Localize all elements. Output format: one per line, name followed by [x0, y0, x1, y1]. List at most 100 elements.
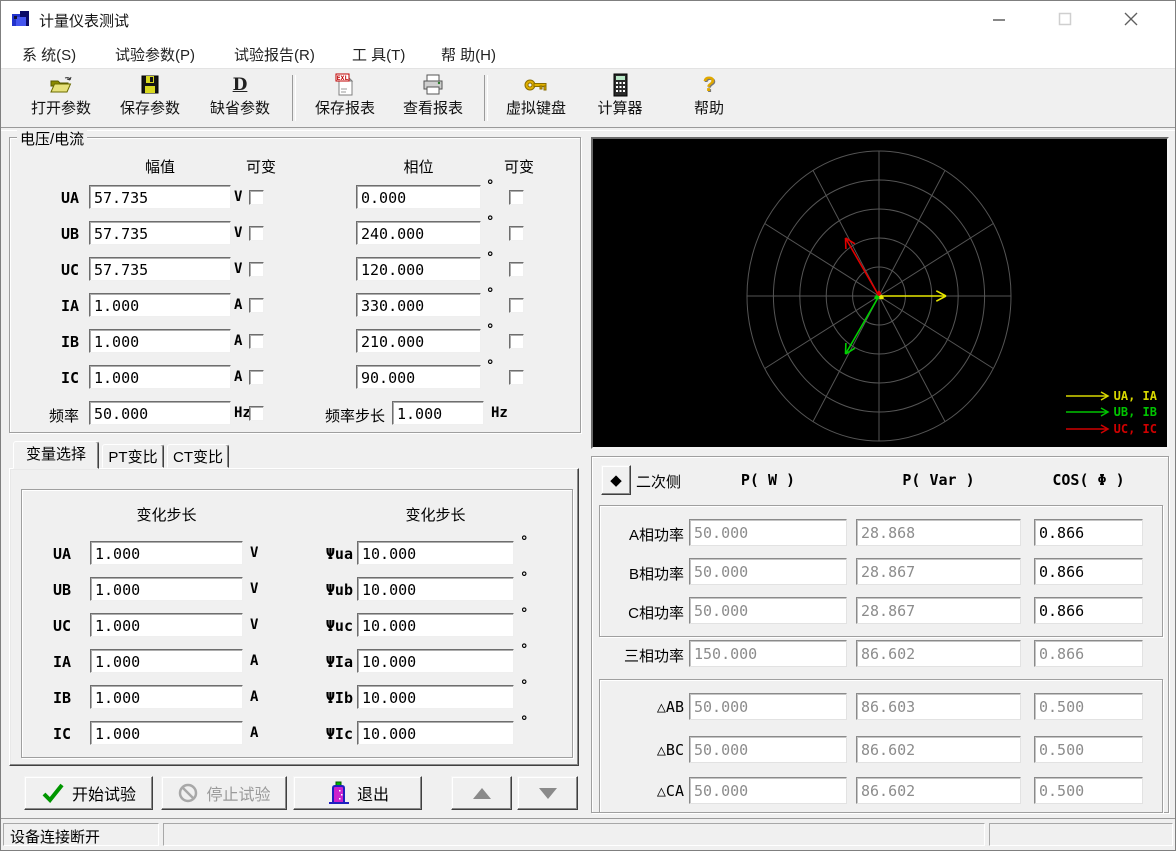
freq-step-input[interactable]: [392, 401, 484, 425]
psi-uc-step-input[interactable]: [357, 613, 514, 637]
ia-phase-variable-checkbox[interactable]: [509, 298, 524, 313]
psi-ia-step-input[interactable]: [357, 649, 514, 673]
virtual-keyboard-button[interactable]: 虚拟键盘: [496, 71, 576, 125]
ua-unit: V: [234, 189, 242, 205]
frequency-variable-checkbox[interactable]: [249, 406, 264, 421]
open-params-button[interactable]: 打开参数: [21, 71, 101, 125]
ia-amplitude-variable-checkbox[interactable]: [249, 298, 264, 313]
ib-step-input[interactable]: [90, 685, 243, 709]
exit-button[interactable]: 退出: [293, 776, 422, 810]
ua-phase-variable-checkbox[interactable]: [509, 190, 524, 205]
psi-label-ub: Ψub: [301, 581, 353, 599]
ub-phase-variable-checkbox[interactable]: [509, 226, 524, 241]
ia-amplitude-input[interactable]: [89, 293, 231, 317]
ub-amplitude-input[interactable]: [89, 221, 231, 245]
menu-test-params[interactable]: 试验参数(P): [111, 42, 199, 67]
uc-step-unit: V: [250, 617, 258, 633]
menu-test-report[interactable]: 试验报告(R): [230, 42, 319, 67]
ic-amplitude-variable-checkbox[interactable]: [249, 370, 264, 385]
psi-ub-step-input[interactable]: [357, 577, 514, 601]
group-title: 电压/电流: [17, 128, 87, 149]
psi-uc-degree: °: [520, 606, 528, 622]
phase-a-cos-field: 0.866: [1034, 519, 1143, 546]
cos-phi-header: COS( Φ ): [1034, 471, 1143, 489]
legend-arrow-icon: [1064, 423, 1114, 435]
psi-ua-step-input[interactable]: [357, 541, 514, 565]
ua-amplitude-variable-checkbox[interactable]: [249, 190, 264, 205]
open-folder-icon: [48, 71, 74, 99]
phase-c-p-field: 50.000: [689, 597, 847, 624]
maximize-icon: [1058, 12, 1072, 26]
legend-arrow-icon: [1064, 390, 1114, 402]
ua-step-input[interactable]: [90, 541, 243, 565]
uc-phase-input[interactable]: [356, 257, 481, 281]
menu-system[interactable]: 系 统(S): [18, 42, 80, 67]
row-label-ic: IC: [29, 369, 79, 387]
menu-help[interactable]: 帮 助(H): [437, 42, 500, 67]
tab-ct-ratio[interactable]: CT变比: [167, 444, 229, 468]
uc-step-input[interactable]: [90, 613, 243, 637]
view-report-button[interactable]: 查看报表: [393, 71, 473, 125]
status-bar: 设备连接断开: [1, 821, 1175, 849]
help-button[interactable]: ? 帮助: [669, 71, 749, 125]
calculator-button[interactable]: 计算器: [585, 71, 655, 125]
scroll-up-button[interactable]: [451, 776, 512, 810]
ic-phase-variable-checkbox[interactable]: [509, 370, 524, 385]
legend-item-ub-ib: UB, IB: [1064, 405, 1157, 419]
ia-step-input[interactable]: [90, 649, 243, 673]
ub-step-input[interactable]: [90, 577, 243, 601]
ic-unit: A: [234, 369, 242, 385]
ua-phase-input[interactable]: [356, 185, 481, 209]
three-phase-q-field: 86.602: [856, 640, 1021, 667]
print-icon: [421, 71, 445, 99]
save-report-button[interactable]: EXL 保存报表: [305, 71, 385, 125]
ib-amplitude-variable-checkbox[interactable]: [249, 334, 264, 349]
psi-ic-degree: °: [520, 714, 528, 730]
phase-header: 相位: [356, 156, 481, 177]
close-button[interactable]: [1107, 1, 1155, 37]
ib-unit: A: [234, 333, 242, 349]
title-bar: 计量仪表测试: [1, 1, 1175, 38]
ib-phase-variable-checkbox[interactable]: [509, 334, 524, 349]
variable-header-2: 可变: [497, 156, 541, 177]
uc-phase-variable-checkbox[interactable]: [509, 262, 524, 277]
maximize-button[interactable]: [1041, 1, 1089, 37]
ic-step-input[interactable]: [90, 721, 243, 745]
diamond-icon: ◆: [610, 471, 622, 489]
uc-amplitude-variable-checkbox[interactable]: [249, 262, 264, 277]
tab-pt-ratio[interactable]: PT变比: [102, 444, 164, 468]
start-test-button[interactable]: 开始试验: [24, 776, 153, 810]
tab-variable-select[interactable]: 变量选择: [13, 441, 99, 469]
psi-ib-step-input[interactable]: [357, 685, 514, 709]
default-params-button[interactable]: D 缺省参数: [200, 71, 280, 125]
uc-amplitude-input[interactable]: [89, 257, 231, 281]
delta-ca-q-field: 86.602: [856, 777, 1021, 804]
down-arrow-icon: [539, 788, 557, 799]
frequency-input[interactable]: [89, 401, 231, 425]
psi-label-ia: ΨIa: [301, 653, 353, 671]
delta-ca-label: △CA: [624, 782, 684, 800]
toolbar: 打开参数 保存参数 D 缺省参数: [1, 69, 1175, 127]
ib-amplitude-input[interactable]: [89, 329, 231, 353]
scroll-down-button[interactable]: [517, 776, 578, 810]
ic-phase-input[interactable]: [356, 365, 481, 389]
p-w-header: P( W ): [689, 471, 847, 489]
delta-bc-q-field: 86.602: [856, 736, 1021, 763]
phase-a-q-field: 28.868: [856, 519, 1021, 546]
ua-amplitude-input[interactable]: [89, 185, 231, 209]
ib-phase-input[interactable]: [356, 329, 481, 353]
save-params-button[interactable]: 保存参数: [110, 71, 190, 125]
three-phase-p-field: 150.000: [689, 640, 847, 667]
ub-amplitude-variable-checkbox[interactable]: [249, 226, 264, 241]
minimize-button[interactable]: [975, 1, 1023, 37]
ic-amplitude-input[interactable]: [89, 365, 231, 389]
ub-phase-input[interactable]: [356, 221, 481, 245]
phase-b-q-field: 28.867: [856, 558, 1021, 585]
psi-ic-step-input[interactable]: [357, 721, 514, 745]
secondary-side-button[interactable]: ◆: [601, 465, 631, 495]
ia-phase-input[interactable]: [356, 293, 481, 317]
row-label-uc: UC: [29, 261, 79, 279]
stop-test-button: 停止试验: [161, 776, 287, 810]
menu-tools[interactable]: 工 具(T): [348, 42, 409, 67]
row-label-ua: UA: [29, 189, 79, 207]
